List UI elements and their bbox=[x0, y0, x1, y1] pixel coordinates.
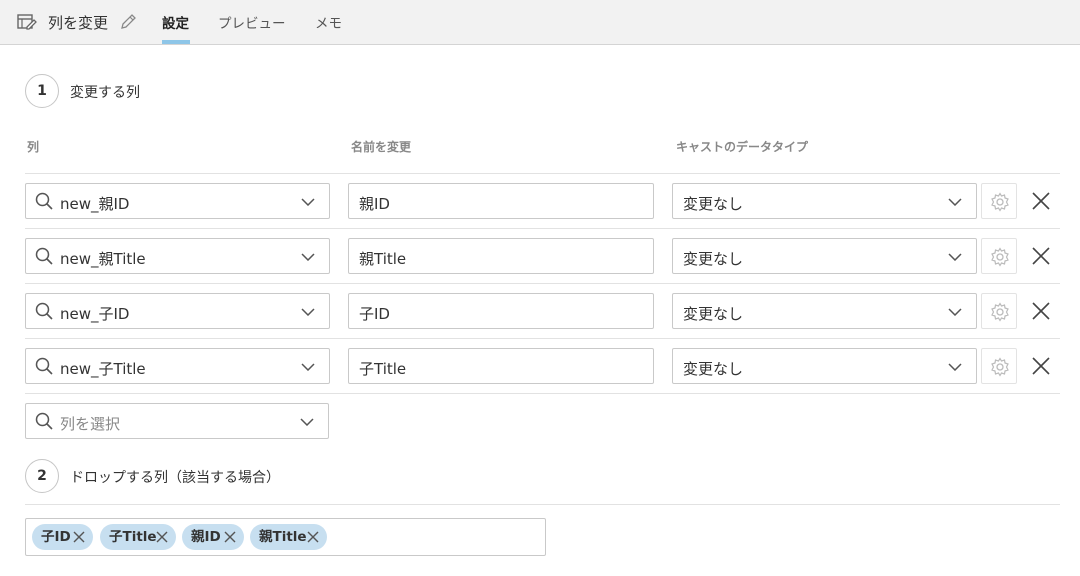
cast-type-value: 変更なし bbox=[683, 360, 744, 378]
settings-button[interactable] bbox=[981, 293, 1017, 329]
cast-type-select[interactable]: 変更なし bbox=[672, 183, 977, 219]
search-icon bbox=[35, 247, 53, 265]
column-header-rename: 名前を変更 bbox=[351, 140, 412, 154]
active-tab-indicator bbox=[162, 40, 190, 44]
chevron-down-icon bbox=[948, 308, 962, 316]
divider bbox=[25, 228, 1060, 229]
search-icon bbox=[35, 302, 53, 320]
tab-preview[interactable]: プレビュー bbox=[218, 12, 286, 32]
column-header-column: 列 bbox=[27, 140, 40, 154]
divider bbox=[25, 173, 1060, 174]
rename-input-value: 子ID bbox=[359, 305, 390, 323]
column-select[interactable]: new_親Title bbox=[25, 238, 330, 274]
remove-row-close-icon[interactable] bbox=[1031, 356, 1051, 376]
column-header-cast: キャストのデータタイプ bbox=[676, 140, 809, 154]
step-number-2: 2 bbox=[25, 459, 59, 493]
rename-input-value: 親ID bbox=[359, 195, 390, 213]
remove-row-close-icon[interactable] bbox=[1031, 246, 1051, 266]
cast-type-value: 変更なし bbox=[683, 305, 744, 323]
chevron-down-icon bbox=[300, 418, 314, 426]
search-icon bbox=[35, 357, 53, 375]
chevron-down-icon bbox=[301, 198, 315, 206]
settings-button[interactable] bbox=[981, 183, 1017, 219]
column-select-value: new_親Title bbox=[60, 250, 146, 268]
settings-button[interactable] bbox=[981, 238, 1017, 274]
remove-tag-close-icon[interactable] bbox=[156, 531, 168, 543]
gear-icon bbox=[991, 247, 1009, 267]
gear-icon bbox=[991, 192, 1009, 212]
add-column-placeholder: 列を選択 bbox=[60, 415, 121, 433]
chevron-down-icon bbox=[948, 363, 962, 371]
cast-type-select[interactable]: 変更なし bbox=[672, 348, 977, 384]
step-title-change-columns: 変更する列 bbox=[70, 85, 140, 101]
column-select-value: new_親ID bbox=[60, 195, 130, 213]
step-number-1: 1 bbox=[25, 74, 59, 108]
drop-tag-label: 子Title bbox=[109, 529, 157, 545]
remove-row-close-icon[interactable] bbox=[1031, 191, 1051, 211]
rename-input[interactable]: 子ID bbox=[348, 293, 654, 329]
drop-tag: 子ID bbox=[32, 524, 93, 550]
drop-tag-label: 親Title bbox=[259, 529, 307, 545]
rename-input[interactable]: 子Title bbox=[348, 348, 654, 384]
edit-title-pencil-icon[interactable] bbox=[120, 13, 137, 30]
divider bbox=[25, 283, 1060, 284]
gear-icon bbox=[991, 302, 1009, 322]
chevron-down-icon bbox=[301, 308, 315, 316]
chevron-down-icon bbox=[948, 198, 962, 206]
chevron-down-icon bbox=[301, 253, 315, 261]
column-select[interactable]: new_親ID bbox=[25, 183, 330, 219]
column-select[interactable]: new_子Title bbox=[25, 348, 330, 384]
remove-tag-close-icon[interactable] bbox=[73, 531, 85, 543]
rename-input-value: 親Title bbox=[359, 250, 407, 268]
rename-input[interactable]: 親ID bbox=[348, 183, 654, 219]
tab-memo[interactable]: メモ bbox=[315, 12, 342, 32]
chevron-down-icon bbox=[948, 253, 962, 261]
drop-tag: 親ID bbox=[182, 524, 244, 550]
drop-tag: 親Title bbox=[250, 524, 327, 550]
cast-type-select[interactable]: 変更なし bbox=[672, 293, 977, 329]
remove-tag-close-icon[interactable] bbox=[307, 531, 319, 543]
step-title-drop-columns: ドロップする列（該当する場合） bbox=[70, 470, 280, 486]
cast-type-value: 変更なし bbox=[683, 250, 744, 268]
cast-type-value: 変更なし bbox=[683, 195, 744, 213]
recipe-step-icon bbox=[17, 14, 37, 30]
settings-button[interactable] bbox=[981, 348, 1017, 384]
remove-tag-close-icon[interactable] bbox=[224, 531, 236, 543]
rename-input-value: 子Title bbox=[359, 360, 407, 378]
page-title: 列を変更 bbox=[48, 14, 109, 32]
remove-row-close-icon[interactable] bbox=[1031, 301, 1051, 321]
column-select-value: new_子ID bbox=[60, 305, 130, 323]
divider bbox=[25, 504, 1060, 505]
divider bbox=[25, 338, 1060, 339]
column-select-value: new_子Title bbox=[60, 360, 146, 378]
rename-input[interactable]: 親Title bbox=[348, 238, 654, 274]
drop-tag-label: 子ID bbox=[41, 529, 71, 545]
top-bar: 列を変更 設定 プレビュー メモ bbox=[0, 0, 1080, 45]
drop-tag-label: 親ID bbox=[191, 529, 221, 545]
divider bbox=[25, 393, 1060, 394]
search-icon bbox=[35, 192, 53, 210]
cast-type-select[interactable]: 変更なし bbox=[672, 238, 977, 274]
drop-columns-multiselect[interactable]: 子ID 子Title 親ID 親Title bbox=[25, 518, 546, 556]
tab-settings[interactable]: 設定 bbox=[162, 12, 189, 32]
column-select[interactable]: new_子ID bbox=[25, 293, 330, 329]
drop-tag: 子Title bbox=[100, 524, 176, 550]
gear-icon bbox=[991, 357, 1009, 377]
add-column-select[interactable]: 列を選択 bbox=[25, 403, 329, 439]
search-icon bbox=[35, 412, 53, 430]
chevron-down-icon bbox=[301, 363, 315, 371]
